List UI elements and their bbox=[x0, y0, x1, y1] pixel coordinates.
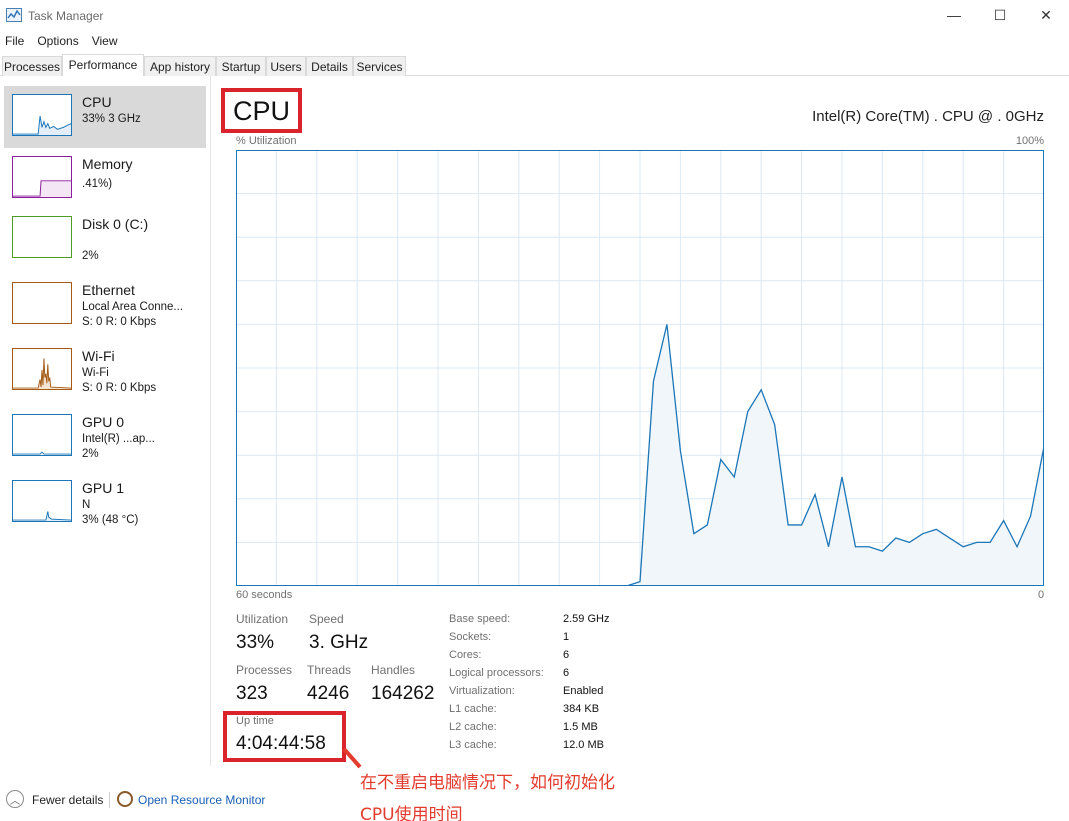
info-label: L3 cache: bbox=[449, 739, 497, 751]
info-label: Base speed: bbox=[449, 613, 511, 625]
task-manager-icon bbox=[6, 8, 22, 22]
tab-performance[interactable]: Performance bbox=[62, 54, 144, 77]
info-value: 6 bbox=[563, 667, 570, 679]
gpu-1-thumbnail-graph bbox=[12, 480, 72, 522]
memory-thumbnail-graph bbox=[12, 156, 72, 198]
info-label: Sockets: bbox=[449, 631, 492, 643]
uptime-value: 4:04:44:58 bbox=[236, 733, 326, 754]
sidebar-item-cpu[interactable]: CPU 33% 3 GHz bbox=[4, 86, 206, 148]
min-axis-label: 0 bbox=[1038, 589, 1045, 601]
sidebar-item-detail: 2% bbox=[82, 250, 99, 262]
fewer-details-button[interactable]: Fewer details bbox=[32, 793, 103, 807]
sidebar-item-detail: 3% (48 °C) bbox=[82, 514, 139, 526]
wifi-thumbnail-graph bbox=[12, 348, 72, 390]
tab-users[interactable]: Users bbox=[266, 56, 306, 76]
tab-app-history[interactable]: App history bbox=[144, 56, 216, 76]
sidebar-item-detail: Intel(R) ...ap... bbox=[82, 433, 155, 445]
info-label: L2 cache: bbox=[449, 721, 497, 733]
sidebar-item-detail: 33% 3 GHz bbox=[82, 113, 141, 125]
info-value: 384 KB bbox=[563, 703, 600, 715]
page-title: CPU bbox=[233, 96, 291, 126]
info-label: L1 cache: bbox=[449, 703, 497, 715]
sidebar-item-label: Disk 0 (C:) bbox=[82, 216, 149, 232]
sidebar-item-gpu-0[interactable]: GPU 0 Intel(R) ...ap... 2% bbox=[4, 406, 206, 468]
sidebar-item-gpu-1[interactable]: GPU 1 N 3% (48 °C) bbox=[4, 472, 206, 534]
info-value: 6 bbox=[563, 649, 570, 661]
bottom-bar: ︿ Fewer details Open Resource Monitor bbox=[0, 780, 1069, 820]
sidebar-item-label: Ethernet bbox=[82, 282, 135, 298]
menu-bar: File Options View bbox=[0, 31, 126, 51]
disk-thumbnail-graph bbox=[12, 216, 72, 258]
utilization-label: Utilization bbox=[236, 612, 289, 626]
menu-view[interactable]: View bbox=[87, 31, 124, 51]
sidebar-item-label: GPU 0 bbox=[82, 414, 125, 430]
close-button[interactable]: ✕ bbox=[1023, 0, 1069, 30]
sidebar-item-detail: 2% bbox=[82, 448, 99, 460]
gpu-0-thumbnail-graph bbox=[12, 414, 72, 456]
info-value: 1 bbox=[563, 631, 570, 643]
threads-label: Threads bbox=[307, 663, 352, 677]
info-label: Logical processors: bbox=[449, 667, 544, 679]
minimize-button[interactable]: — bbox=[931, 0, 977, 30]
sidebar-item-detail: Wi-Fi bbox=[82, 367, 109, 379]
sidebar-item-disk[interactable]: Disk 0 (C:) 2% bbox=[4, 208, 206, 270]
info-value: Enabled bbox=[563, 685, 604, 697]
resource-list: CPU 33% 3 GHz Memory .41%) Disk 0 (C:) 2… bbox=[0, 76, 211, 766]
cpu-model-name: Intel(R) Core(TM) . CPU @ . 0GHz bbox=[812, 108, 1044, 125]
sidebar-item-detail: S: 0 R: 0 Kbps bbox=[82, 316, 157, 328]
sidebar-item-label: Memory bbox=[82, 156, 133, 172]
sidebar-item-detail: .41%) bbox=[82, 178, 113, 190]
max-axis-label: 100% bbox=[1015, 135, 1044, 147]
sidebar-item-label: Wi-Fi bbox=[82, 348, 115, 364]
resource-monitor-icon[interactable] bbox=[117, 791, 133, 807]
tab-startup[interactable]: Startup bbox=[216, 56, 266, 76]
info-label: Virtualization: bbox=[449, 685, 515, 697]
sidebar-item-detail: Local Area Conne... bbox=[82, 301, 184, 313]
info-value: 12.0 MB bbox=[563, 739, 604, 751]
sidebar-item-memory[interactable]: Memory .41%) bbox=[4, 148, 206, 210]
window-title: Task Manager bbox=[28, 9, 104, 23]
divider bbox=[109, 792, 110, 808]
tab-strip: Processes Performance App history Startu… bbox=[0, 54, 1069, 77]
chevron-up-icon[interactable]: ︿ bbox=[6, 790, 24, 808]
sidebar-item-ethernet[interactable]: Ethernet Local Area Conne... S: 0 R: 0 K… bbox=[4, 274, 206, 336]
handles-label: Handles bbox=[371, 663, 416, 677]
time-axis-label: 60 seconds bbox=[236, 589, 293, 601]
speed-value: 3. GHz bbox=[309, 632, 369, 653]
sidebar-item-detail: N bbox=[82, 499, 91, 511]
info-label: Cores: bbox=[449, 649, 482, 661]
processes-value: 323 bbox=[236, 683, 268, 704]
speed-label: Speed bbox=[309, 612, 344, 626]
sidebar-item-detail: S: 0 R: 0 Kbps bbox=[82, 382, 157, 394]
menu-options[interactable]: Options bbox=[32, 31, 84, 51]
tab-processes[interactable]: Processes bbox=[2, 56, 62, 76]
tab-details[interactable]: Details bbox=[306, 56, 353, 76]
threads-value: 4246 bbox=[307, 683, 350, 704]
cpu-utilization-graph bbox=[236, 150, 1044, 586]
ethernet-thumbnail-graph bbox=[12, 282, 72, 324]
cpu-thumbnail-graph bbox=[12, 94, 72, 136]
sidebar-item-label: GPU 1 bbox=[82, 480, 125, 496]
title-bar: Task Manager — ☐ ✕ bbox=[0, 0, 1069, 30]
info-value: 1.5 MB bbox=[563, 721, 598, 733]
info-value: 2.59 GHz bbox=[563, 613, 610, 625]
menu-file[interactable]: File bbox=[0, 31, 30, 51]
utilization-value: 33% bbox=[236, 632, 275, 653]
processes-label: Processes bbox=[236, 663, 293, 677]
sidebar-item-wifi[interactable]: Wi-Fi Wi-Fi S: 0 R: 0 Kbps bbox=[4, 340, 206, 402]
tab-services[interactable]: Services bbox=[353, 56, 406, 76]
utilization-axis-label: % Utilization bbox=[236, 135, 297, 147]
handles-value: 164262 bbox=[371, 683, 435, 704]
uptime-label: Up time bbox=[236, 715, 274, 727]
sidebar-item-label: CPU bbox=[82, 94, 112, 110]
open-resource-monitor-link[interactable]: Open Resource Monitor bbox=[138, 793, 265, 807]
maximize-button[interactable]: ☐ bbox=[977, 0, 1023, 30]
